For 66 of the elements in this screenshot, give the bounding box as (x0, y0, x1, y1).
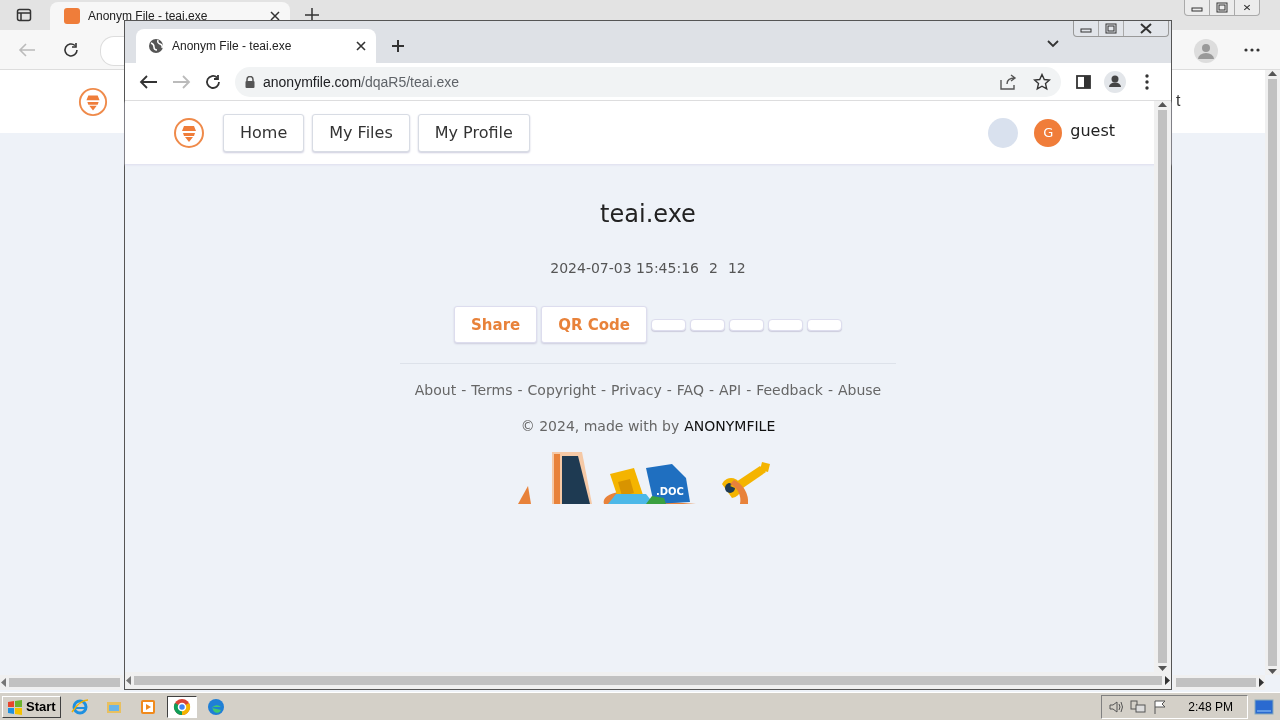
scroll-left-icon[interactable] (0, 678, 6, 687)
show-desktop-icon[interactable] (1254, 698, 1274, 715)
separator: - (708, 382, 714, 398)
scroll-down-icon[interactable] (1268, 669, 1277, 675)
scrollbar[interactable] (1154, 101, 1171, 672)
address-field[interactable]: anonymfile.com/dqaR5/teai.exe (235, 66, 1061, 97)
chevron-icon[interactable] (1047, 39, 1059, 49)
separator: - (601, 382, 607, 398)
nav-button[interactable]: Home (223, 113, 305, 152)
globe-icon (148, 38, 164, 54)
more-icon[interactable] (1244, 48, 1260, 52)
windows-logo-icon (7, 698, 23, 715)
file-stat: 2 (708, 260, 718, 276)
footer-link[interactable]: About (414, 382, 457, 398)
footer-link[interactable]: FAQ (676, 382, 704, 398)
nav-button[interactable]: My Profile (417, 113, 530, 152)
close-icon[interactable] (356, 41, 366, 51)
app-icon (172, 697, 191, 716)
speaker-icon[interactable] (1108, 698, 1125, 715)
share-icon[interactable] (999, 73, 1017, 90)
tab-overview-icon[interactable] (16, 7, 32, 23)
user-name[interactable]: guest (1070, 121, 1115, 140)
footer-link[interactable]: Abuse (837, 382, 882, 398)
scrollbar[interactable] (0, 675, 123, 690)
logo-icon[interactable] (78, 87, 108, 117)
start-button[interactable]: Start (2, 695, 61, 718)
scroll-right-icon[interactable] (1259, 678, 1265, 687)
taskbar-app-icon[interactable] (166, 695, 197, 718)
brand-link[interactable]: ANONYMFILE (684, 418, 776, 434)
close-icon[interactable] (270, 11, 280, 21)
scrollbar[interactable] (1265, 70, 1280, 675)
favicon (64, 8, 80, 24)
separator: - (746, 382, 752, 398)
separator: - (827, 382, 833, 398)
scroll-right-icon[interactable] (1165, 676, 1171, 685)
footer-link[interactable]: Feedback (756, 382, 823, 398)
reload-icon[interactable] (62, 41, 80, 59)
separator: - (461, 382, 467, 398)
lock-icon (245, 75, 255, 88)
star-icon[interactable] (1033, 72, 1051, 91)
copyright-text: © 2024, made with by (520, 418, 680, 434)
scrollbar[interactable] (125, 672, 1171, 689)
scroll-left-icon[interactable] (125, 676, 131, 685)
file-stat: 12 (727, 260, 746, 276)
separator: - (517, 382, 523, 398)
separator: - (666, 382, 672, 398)
app-icon (138, 697, 157, 716)
app-icon (70, 697, 89, 716)
footer-link[interactable]: Terms (471, 382, 513, 398)
browser-tab[interactable]: Anonym File - teai.exe (136, 29, 376, 63)
logo-icon[interactable] (173, 116, 205, 149)
footer-link[interactable]: Privacy (611, 382, 662, 398)
new-tab-icon[interactable] (304, 7, 320, 23)
file-name: teai.exe (600, 200, 696, 228)
clock[interactable]: 2:48 PM (1188, 699, 1233, 714)
doc-label: .DOC (656, 486, 684, 497)
footer-link[interactable]: Copyright (527, 382, 596, 398)
new-tab-icon[interactable] (390, 38, 406, 54)
footer-link[interactable]: API (719, 382, 742, 398)
app-icon (206, 697, 225, 716)
scrollbar[interactable] (1173, 675, 1265, 690)
network-icon[interactable] (1130, 698, 1147, 715)
nav-button[interactable]: My Files (312, 113, 410, 152)
nav-text[interactable]: t (1176, 92, 1181, 110)
upload-date: 2024-07-03 15:45:16 (550, 260, 699, 276)
address-field[interactable] (100, 36, 124, 66)
